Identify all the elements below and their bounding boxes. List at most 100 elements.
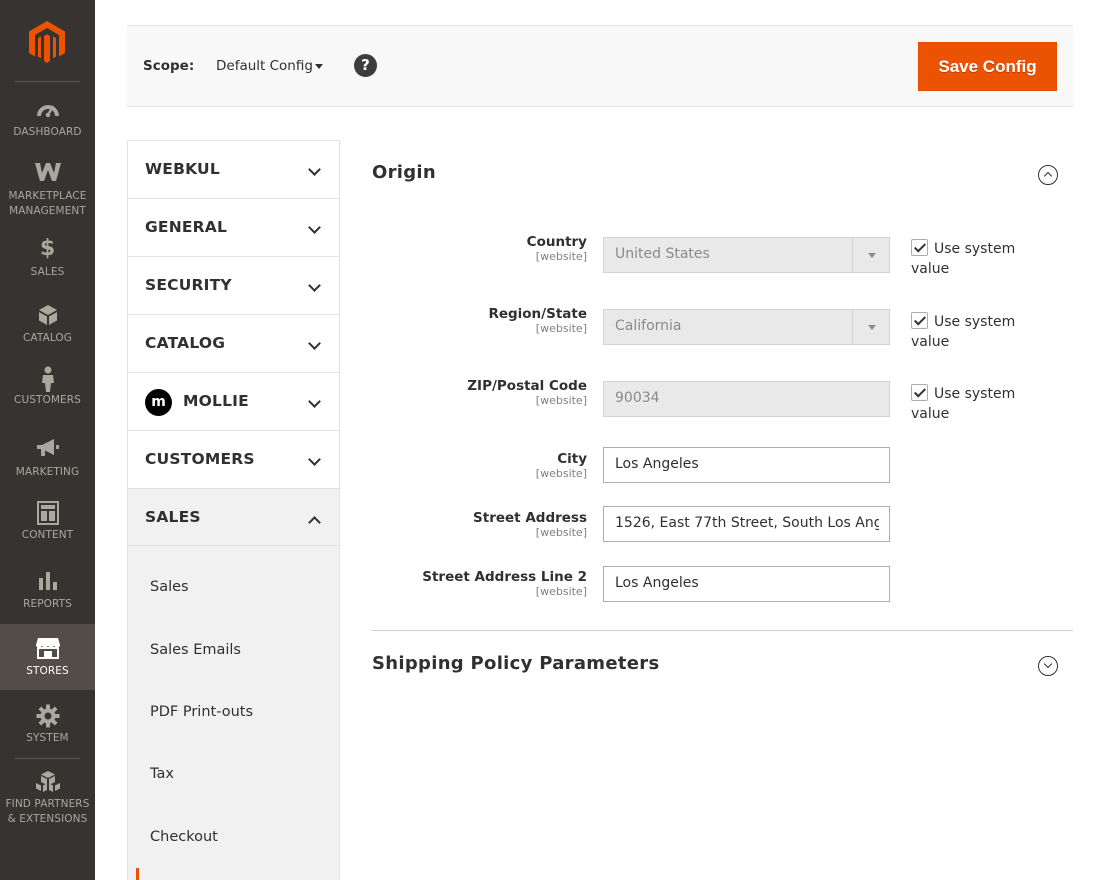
box-icon xyxy=(0,304,95,328)
tab-item-sales-emails[interactable]: Sales Emails xyxy=(150,642,241,658)
use-system-region[interactable]: Use system value xyxy=(911,312,1041,352)
menu-item-stores[interactable]: STORES xyxy=(0,624,95,690)
city-input[interactable]: Los Angeles xyxy=(603,447,890,483)
chevron-up-icon xyxy=(308,516,321,529)
menu-label: SYSTEM xyxy=(26,732,69,744)
label-text: Country xyxy=(526,234,587,250)
help-icon[interactable]: ? xyxy=(354,54,377,77)
expand-icon[interactable] xyxy=(1038,656,1058,676)
checkbox-checked-icon[interactable] xyxy=(911,239,928,256)
tab-item-pdf-printouts[interactable]: PDF Print-outs xyxy=(150,704,253,720)
save-config-button[interactable]: Save Config xyxy=(918,42,1057,91)
chevron-down-icon xyxy=(308,279,321,292)
input-value: 1526, East 77th Street, South Los Angele… xyxy=(615,515,879,531)
select-value: United States xyxy=(615,246,710,262)
tab-catalog[interactable]: CATALOG xyxy=(128,314,339,372)
dollar-icon: $ xyxy=(39,236,56,261)
tab-label: CATALOG xyxy=(145,334,226,352)
use-system-country[interactable]: Use system value xyxy=(911,239,1041,279)
field-label-street2: Street Address Line 2 [website] xyxy=(422,569,587,598)
tab-item-checkout[interactable]: Checkout xyxy=(150,829,218,845)
person-icon xyxy=(0,366,95,392)
menu-label: MARKETING xyxy=(15,466,80,478)
scope-note: [website] xyxy=(535,394,587,407)
layout-icon xyxy=(0,501,95,525)
region-select[interactable]: California xyxy=(603,309,890,345)
input-value: 90034 xyxy=(615,390,660,406)
label-text: City xyxy=(557,451,587,467)
zip-input[interactable]: 90034 xyxy=(603,381,890,417)
chevron-down-icon xyxy=(308,453,321,466)
input-value: Los Angeles xyxy=(615,456,699,472)
scope-note: [website] xyxy=(535,585,587,598)
use-system-zip[interactable]: Use system value xyxy=(911,384,1041,424)
menu-divider xyxy=(15,81,80,82)
menu-item-customers[interactable]: CUSTOMERS xyxy=(0,366,95,408)
tab-webkul[interactable]: WEBKUL xyxy=(128,140,339,198)
tab-customers[interactable]: CUSTOMERS xyxy=(128,430,339,488)
input-value: Los Angeles xyxy=(615,575,699,591)
chevron-down-icon xyxy=(308,163,321,176)
caret-down-icon xyxy=(852,238,889,272)
scope-note: [website] xyxy=(535,526,587,539)
tab-label: SALES xyxy=(145,508,201,526)
country-select[interactable]: United States xyxy=(603,237,890,273)
menu-item-system[interactable]: SYSTEM xyxy=(0,704,95,746)
menu-item-dashboard[interactable]: DASHBOARD xyxy=(0,98,95,140)
tab-label: CUSTOMERS xyxy=(145,450,255,468)
scope-switcher[interactable]: Default Config xyxy=(216,58,313,74)
menu-label: CONTENT xyxy=(21,529,74,541)
field-label-zip: ZIP/Postal Code [website] xyxy=(467,378,587,407)
street-address-line2-input[interactable]: Los Angeles xyxy=(603,566,890,602)
chevron-down-icon xyxy=(308,221,321,234)
menu-item-marketing[interactable]: MARKETING xyxy=(0,438,95,480)
label-text: ZIP/Postal Code xyxy=(467,378,587,394)
tab-label: GENERAL xyxy=(145,218,228,236)
config-tabs: WEBKUL GENERAL SECURITY CATALOG m MOLLIE… xyxy=(127,140,340,880)
section-title-shipping-policy[interactable]: Shipping Policy Parameters xyxy=(372,653,659,674)
chevron-down-icon xyxy=(308,395,321,408)
street-address-input[interactable]: 1526, East 77th Street, South Los Angele… xyxy=(603,506,890,542)
megaphone-icon xyxy=(0,438,95,462)
field-label-city: City [website] xyxy=(536,451,587,480)
bar-chart-icon xyxy=(0,570,95,594)
section-title-origin[interactable]: Origin xyxy=(372,162,436,183)
marketplace-icon xyxy=(0,162,95,186)
collapse-icon[interactable] xyxy=(1038,165,1058,185)
menu-item-reports[interactable]: REPORTS xyxy=(0,570,95,612)
menu-label: FIND PARTNERS xyxy=(5,798,90,810)
scope-note: [website] xyxy=(535,467,587,480)
menu-item-content[interactable]: CONTENT xyxy=(0,501,95,543)
checkbox-checked-icon[interactable] xyxy=(911,312,928,329)
menu-label: MARKETPLACE xyxy=(8,190,87,202)
tab-label: WEBKUL xyxy=(145,160,220,178)
chevron-down-icon xyxy=(308,337,321,350)
tab-general[interactable]: GENERAL xyxy=(128,198,339,256)
tab-item-tax[interactable]: Tax xyxy=(150,766,174,782)
menu-label: & EXTENSIONS xyxy=(7,813,88,825)
checkbox-checked-icon[interactable] xyxy=(911,384,928,401)
label-text: Region/State xyxy=(488,306,587,322)
tab-security[interactable]: SECURITY xyxy=(128,256,339,314)
active-item-marker xyxy=(136,868,139,880)
tab-label: MOLLIE xyxy=(183,392,249,410)
page-actions-bar: Scope: Default Config ? Save Config xyxy=(127,25,1073,107)
tab-item-sales[interactable]: Sales xyxy=(150,579,189,595)
menu-label: DASHBOARD xyxy=(13,126,82,138)
menu-item-marketplace[interactable]: MARKETPLACE MANAGEMENT xyxy=(0,162,95,219)
storefront-icon xyxy=(0,637,95,661)
dashboard-icon xyxy=(0,98,95,122)
label-text: Street Address xyxy=(473,510,587,526)
caret-down-icon[interactable] xyxy=(315,64,323,69)
magento-logo-icon[interactable] xyxy=(27,20,67,64)
tab-mollie[interactable]: m MOLLIE xyxy=(128,372,339,430)
scope-label: Scope: xyxy=(143,58,195,74)
menu-label: SALES xyxy=(30,266,65,278)
menu-item-find-partners[interactable]: FIND PARTNERS & EXTENSIONS xyxy=(0,770,95,827)
caret-down-icon xyxy=(852,310,889,344)
tab-sales[interactable]: SALES xyxy=(128,488,339,546)
menu-item-catalog[interactable]: CATALOG xyxy=(0,304,95,346)
menu-item-sales[interactable]: $ SALES xyxy=(0,238,95,280)
field-label-street: Street Address [website] xyxy=(473,510,587,539)
label-text: Street Address Line 2 xyxy=(422,569,587,585)
